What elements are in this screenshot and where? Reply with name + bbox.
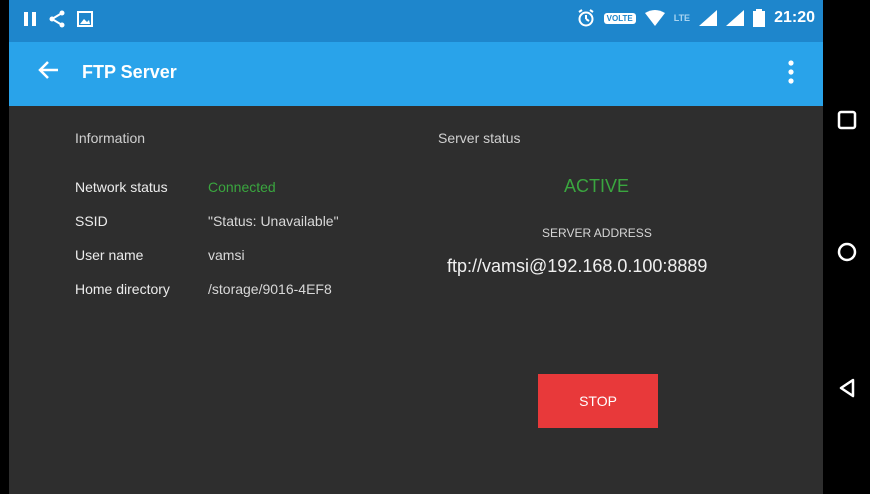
system-nav-bar: [823, 0, 870, 494]
info-label: User name: [75, 247, 144, 263]
status-bar-right: VOLTE LTE 21:20: [577, 9, 815, 27]
alarm-icon: [578, 9, 594, 27]
app-screen: VOLTE LTE 21:20 FTP Server Information N…: [9, 0, 823, 494]
signal-icon: [699, 10, 718, 26]
page-title: FTP Server: [82, 62, 177, 82]
info-label: SSID: [75, 213, 108, 229]
arrow-left-icon[interactable]: [37, 58, 61, 82]
share-icon: [49, 10, 65, 28]
server-address-value: ftp://vamsi@192.168.0.100:8889: [447, 256, 708, 276]
lte-label: LTE: [673, 13, 691, 23]
info-row-network-status: Network status Connected: [75, 179, 339, 213]
pause-icon: [24, 12, 36, 26]
user-name-value: vamsi: [208, 247, 245, 263]
info-row-user-name: User name vamsi: [75, 247, 339, 281]
battery-icon: [753, 9, 766, 27]
wifi-icon: [644, 10, 665, 26]
stop-server-button[interactable]: STOP: [538, 374, 658, 428]
more-vertical-icon[interactable]: [783, 58, 799, 86]
network-status-value: Connected: [208, 179, 276, 195]
server-status-heading: Server status: [438, 130, 521, 146]
information-grid: Network status Connected SSID "Status: U…: [75, 179, 339, 315]
image-icon: [77, 11, 93, 27]
home-directory-value: /storage/9016-4EF8: [208, 281, 332, 297]
volte-badge: VOLTE: [603, 12, 636, 24]
information-heading: Information: [75, 130, 146, 146]
server-state-badge: ACTIVE: [564, 176, 630, 196]
app-bar: FTP Server: [9, 42, 823, 106]
info-label: Network status: [75, 179, 168, 195]
status-bar: VOLTE LTE 21:20: [9, 0, 823, 42]
info-row-home-directory: Home directory /storage/9016-4EF8: [75, 281, 339, 315]
recents-square-icon[interactable]: [836, 109, 858, 131]
status-bar-left: [23, 10, 93, 28]
home-circle-icon[interactable]: [836, 241, 858, 263]
main-content: Information Network status Connected SSI…: [9, 106, 823, 494]
server-address-label: SERVER ADDRESS: [542, 226, 652, 240]
info-row-ssid: SSID "Status: Unavailable": [75, 213, 339, 247]
info-label: Home directory: [75, 281, 170, 297]
signal-icon-2: [726, 10, 745, 26]
back-triangle-icon[interactable]: [836, 377, 858, 399]
ssid-value: "Status: Unavailable": [208, 213, 339, 229]
status-time: 21:20: [774, 9, 815, 26]
